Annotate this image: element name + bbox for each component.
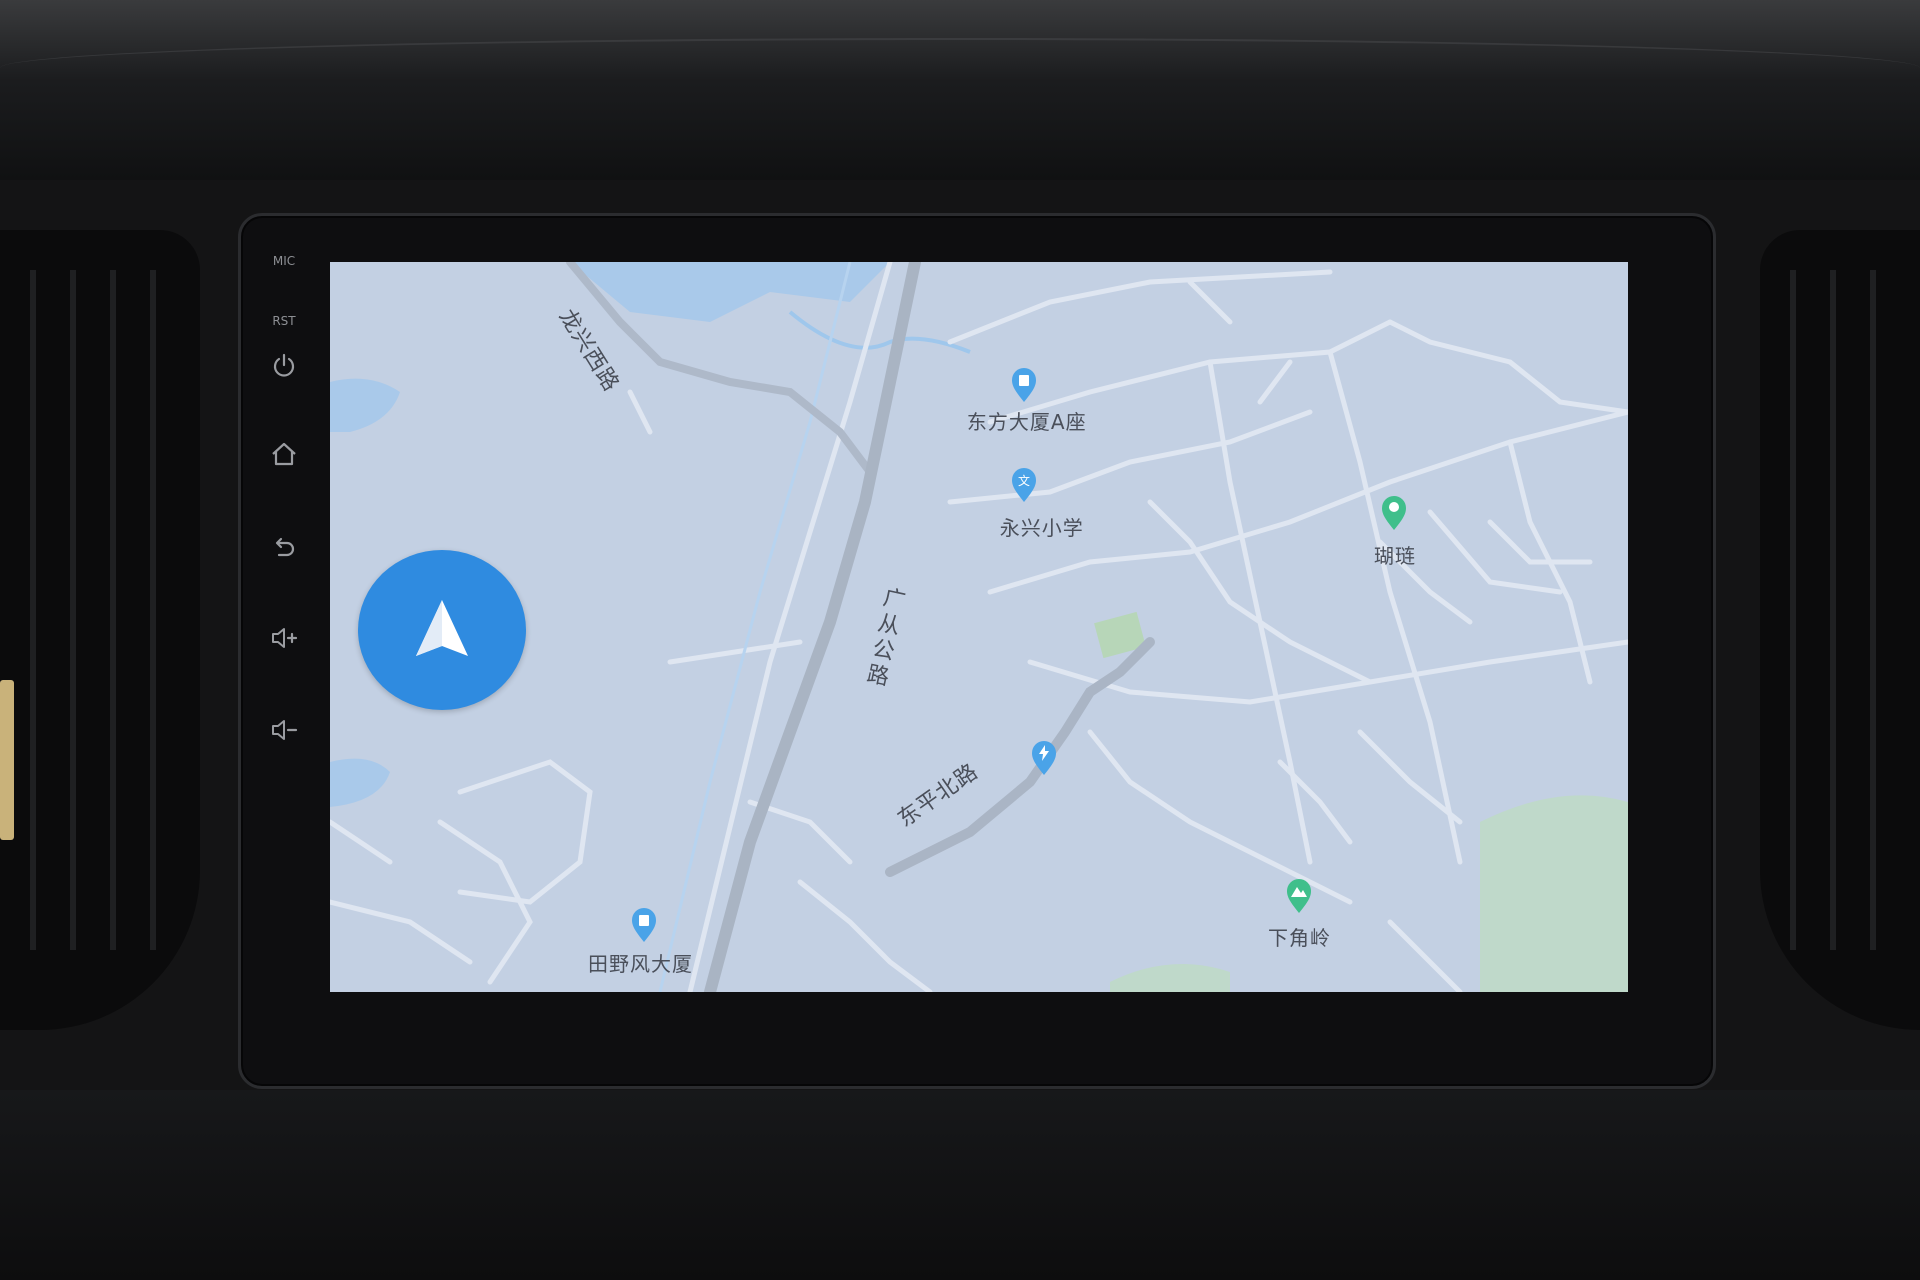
green-area-2 <box>1110 964 1230 992</box>
mic-label: MIC <box>262 250 306 272</box>
volume-down-icon <box>272 720 298 740</box>
poi-label-hulian[interactable]: 瑚琏 <box>1374 540 1416 569</box>
mic-text: MIC <box>272 254 296 268</box>
pond-shape-2 <box>330 758 390 807</box>
navigation-arrow-icon <box>416 600 468 656</box>
pond-shape <box>330 378 400 432</box>
map-screen[interactable]: 龙兴西路 广从公路 东平北路 东方大厦A座 文 永兴小学 瑚琏 田野风大厦 下角… <box>330 262 1628 992</box>
poi-label-xiajiaoling[interactable]: 下角岭 <box>1268 922 1331 951</box>
charging-station-pin-icon[interactable] <box>1030 740 1058 776</box>
dashboard-top <box>0 0 1920 180</box>
poi-label-tianye[interactable]: 田野风大厦 <box>588 948 693 977</box>
building-pin-icon[interactable] <box>1010 367 1038 403</box>
home-button[interactable] <box>262 434 306 474</box>
power-icon <box>273 353 295 377</box>
back-button[interactable] <box>262 528 306 568</box>
dashboard-bottom <box>0 1090 1920 1280</box>
school-pin-icon[interactable]: 文 <box>1010 467 1038 503</box>
power-button[interactable] <box>262 346 306 386</box>
green-area <box>1480 795 1628 992</box>
volume-up-icon <box>272 628 298 648</box>
poi-label-yongxing[interactable]: 永兴小学 <box>1000 512 1084 541</box>
back-icon <box>275 537 295 557</box>
volume-down-button[interactable] <box>262 710 306 750</box>
navigation-button[interactable] <box>358 550 526 710</box>
reset-button[interactable]: RST <box>262 310 306 332</box>
home-icon <box>272 442 296 466</box>
right-air-vent <box>1760 230 1920 1030</box>
river-line <box>788 310 971 354</box>
rst-text: RST <box>272 314 296 328</box>
svg-text:文: 文 <box>1018 473 1030 488</box>
park-pin-icon[interactable] <box>1380 495 1408 531</box>
building-pin-icon-2[interactable] <box>630 907 658 943</box>
left-air-vent <box>0 230 200 1030</box>
vent-knob <box>0 680 14 840</box>
mountain-pin-icon[interactable] <box>1285 878 1313 914</box>
volume-up-button[interactable] <box>262 618 306 658</box>
poi-label-dongfang[interactable]: 东方大厦A座 <box>967 406 1087 435</box>
